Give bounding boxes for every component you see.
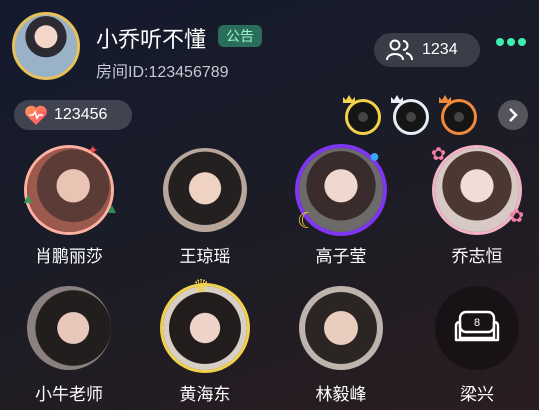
- heat-value: 123456: [54, 106, 108, 123]
- seat-name: 林毅峰: [315, 385, 367, 404]
- flower-icon: ✿: [431, 144, 447, 164]
- heart-pulse-icon: [25, 105, 47, 125]
- expand-ranking-button[interactable]: [498, 100, 528, 130]
- members-icon: [386, 39, 413, 61]
- gold-crown-icon: [343, 95, 355, 103]
- avatar: ▲ ▲ ✦: [21, 142, 119, 232]
- notice-button[interactable]: 公告: [218, 25, 262, 47]
- seat-name: 高子莹: [315, 247, 367, 266]
- seat-2[interactable]: 王琼瑶: [150, 148, 260, 267]
- members-button[interactable]: 1234: [374, 33, 480, 67]
- avatar: [299, 286, 383, 370]
- crown-icon: ♛: [193, 276, 210, 296]
- seat-5[interactable]: 小牛老师: [14, 286, 124, 405]
- seat-name: 黄海东: [179, 385, 231, 404]
- heat-pill[interactable]: 123456: [14, 100, 132, 130]
- seat-name: 王琼瑶: [179, 247, 231, 266]
- flower-icon: ✿: [509, 206, 525, 226]
- avatar: ✿ ✿: [431, 144, 524, 232]
- seat-name: 梁兴: [460, 385, 494, 404]
- bronze-crown-icon: [439, 95, 451, 103]
- top-rank-1[interactable]: [342, 94, 384, 136]
- antler-icon: ✦: [87, 142, 99, 158]
- seat-7[interactable]: 林毅峰: [286, 286, 396, 405]
- seat-number: 8: [474, 317, 480, 329]
- seat-3[interactable]: ☾ ● 高子莹: [286, 146, 396, 267]
- seat-name: 乔志恒: [451, 247, 503, 266]
- tree-icon: ▲: [105, 200, 119, 216]
- seat-name: 小牛老师: [35, 385, 103, 404]
- seat-4[interactable]: ✿ ✿ 乔志恒: [422, 144, 532, 267]
- avatar: [163, 148, 247, 232]
- room-owner-avatar[interactable]: [12, 12, 80, 80]
- moon-icon: ☾: [297, 208, 317, 233]
- sofa-icon: 8: [454, 310, 500, 342]
- seat-8[interactable]: 8 梁兴: [422, 286, 532, 405]
- top-rank-3[interactable]: [438, 94, 480, 136]
- planet-icon: ●: [369, 146, 380, 166]
- seat-1[interactable]: ▲ ▲ ✦ 肖鹏丽莎: [14, 142, 124, 267]
- avatar: [27, 286, 111, 370]
- avatar: ♛: [163, 276, 247, 370]
- seat-name: 肖鹏丽莎: [35, 247, 103, 266]
- top-rank-2[interactable]: [390, 94, 432, 136]
- empty-seat[interactable]: 8: [435, 286, 519, 370]
- more-options-icon[interactable]: [496, 38, 526, 46]
- members-count: 1234: [422, 41, 458, 58]
- room-name: 小乔听不懂: [96, 27, 207, 52]
- room-id: 房间ID:123456789: [96, 64, 229, 81]
- seat-6[interactable]: ♛ 黄海东: [150, 276, 260, 405]
- tree-icon: ▲: [21, 190, 35, 206]
- silver-crown-icon: [391, 95, 403, 103]
- chevron-right-icon: [509, 108, 518, 122]
- avatar: ☾ ●: [297, 146, 383, 233]
